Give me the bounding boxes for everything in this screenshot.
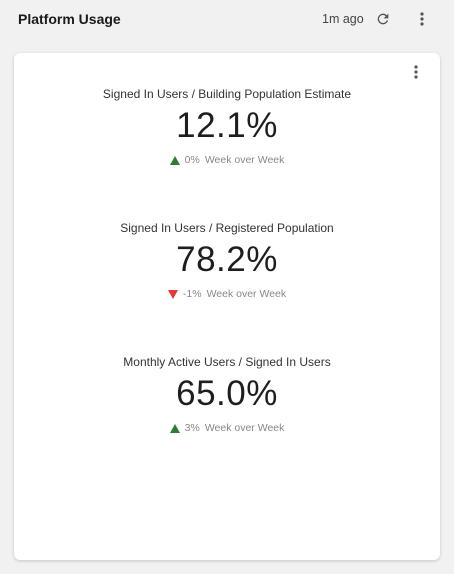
metric-delta: 3% Week over Week [14, 421, 440, 435]
metric-label: Monthly Active Users / Signed In Users [123, 355, 331, 369]
metric-label: Signed In Users / Building Population Es… [102, 87, 352, 101]
metric-value: 78.2% [176, 240, 278, 279]
last-updated-label: 1m ago [322, 12, 364, 26]
metric-delta: -1% Week over Week [14, 287, 440, 301]
metric-value: 65.0% [176, 374, 278, 413]
trend-up-icon [169, 155, 180, 165]
more-vertical-icon [420, 12, 424, 26]
delta-period: Week over Week [204, 422, 285, 434]
refresh-icon [377, 13, 389, 25]
metric-building-population: Signed In Users / Building Population Es… [14, 86, 440, 167]
metrics-card: Signed In Users / Building Population Es… [14, 53, 440, 560]
delta-value: 0% [184, 154, 200, 166]
delta-value: 3% [184, 422, 200, 434]
header-more-button[interactable] [411, 8, 433, 30]
refresh-button[interactable] [372, 8, 394, 30]
metric-label: Signed In Users / Registered Population [120, 221, 334, 235]
metric-delta: 0% Week over Week [14, 153, 440, 167]
metric-value: 12.1% [176, 106, 278, 145]
metric-registered-population: Signed In Users / Registered Population … [14, 220, 440, 301]
delta-period: Week over Week [204, 154, 285, 166]
delta-value: -1% [182, 288, 202, 300]
widget-header: Platform Usage 1m ago [0, 0, 454, 40]
trend-down-icon [167, 289, 178, 299]
more-vertical-icon [414, 65, 418, 79]
metric-monthly-active: Monthly Active Users / Signed In Users 6… [14, 354, 440, 435]
delta-period: Week over Week [206, 288, 287, 300]
widget-title: Platform Usage [18, 11, 121, 27]
card-more-button[interactable] [405, 61, 427, 83]
trend-up-icon [169, 423, 180, 433]
